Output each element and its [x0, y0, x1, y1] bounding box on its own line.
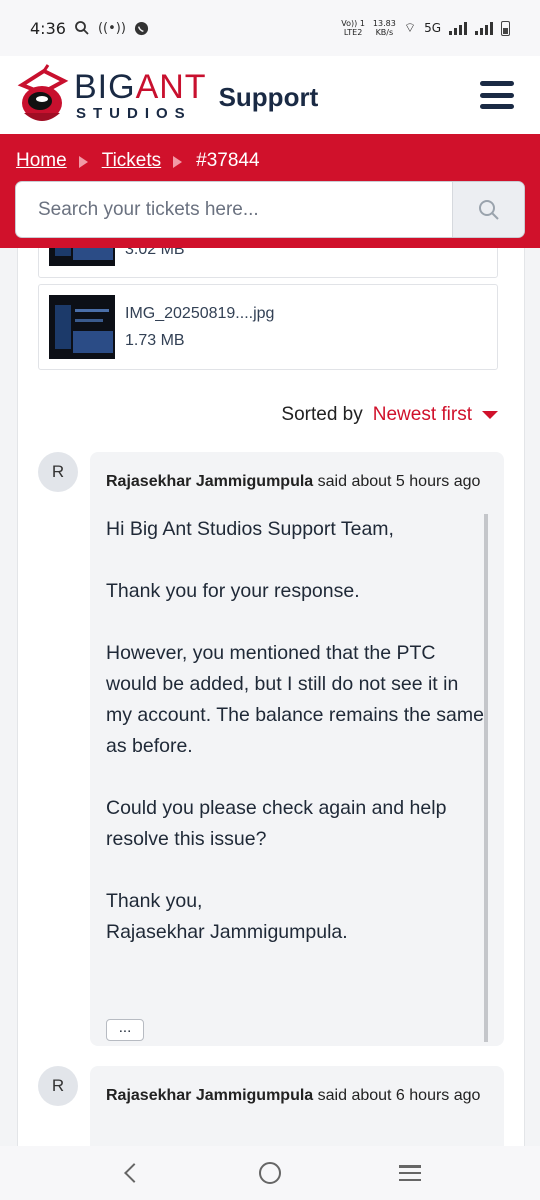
comment-line: Could you please check again and help re…	[106, 797, 447, 850]
hamburger-menu-button[interactable]	[480, 81, 514, 109]
chevron-right-icon	[78, 156, 88, 168]
comment-body: Hi Big Ant Studios Support Team, Thank y…	[106, 514, 488, 1042]
search-icon	[478, 199, 499, 220]
network-type: 5G	[424, 21, 441, 35]
hotspot-icon: ((•))	[97, 20, 126, 36]
sort-control[interactable]: Sorted by Newest first	[281, 404, 498, 426]
logo-studios-text: STUDIOS	[76, 104, 192, 122]
show-more-button[interactable]: ...	[106, 1019, 144, 1041]
search-status-icon	[75, 21, 89, 35]
signal-2-icon	[475, 21, 493, 35]
back-icon[interactable]	[124, 1163, 144, 1183]
bigant-logo[interactable]: BIGANT STUDIOS	[14, 63, 207, 127]
search-input[interactable]	[16, 182, 452, 237]
comment-line: Thank you for your response.	[106, 580, 360, 602]
comment: Rajasekhar Jammigumpula said about 5 hou…	[90, 452, 504, 1046]
comment-header: Rajasekhar Jammigumpula said about 6 hou…	[106, 1082, 488, 1110]
logo-big-text: BIG	[74, 67, 136, 106]
comment-line: Rajasekhar Jammigumpula.	[106, 921, 348, 943]
chevron-right-icon	[173, 156, 183, 168]
ticket-search-box	[15, 181, 525, 238]
sort-value[interactable]: Newest first	[373, 404, 472, 426]
comment: Rajasekhar Jammigumpula said about 6 hou…	[90, 1066, 504, 1146]
attachment-thumbnail	[49, 248, 115, 266]
breadcrumb-home-link[interactable]: Home	[16, 150, 67, 172]
ticket-content[interactable]: 3.02 MB IMG_20250819....jpg 1.73 MB Sort…	[0, 248, 540, 1146]
search-button[interactable]	[452, 182, 524, 237]
attachment-item[interactable]: 3.02 MB	[38, 248, 498, 278]
ant-mascot-icon	[14, 63, 70, 127]
network-indicator: Vo)) 1 LTE2	[341, 19, 365, 37]
site-header: BIGANT STUDIOS Support	[0, 56, 540, 134]
support-title: Support	[218, 81, 319, 112]
attachment-size: 1.73 MB	[125, 332, 185, 349]
attachment-size: 3.02 MB	[125, 248, 185, 258]
breadcrumb-search-bar: Home Tickets #37844	[0, 134, 540, 248]
attachment-item[interactable]: IMG_20250819....jpg 1.73 MB	[38, 284, 498, 370]
attachment-name: IMG_20250819....jpg	[125, 305, 275, 322]
breadcrumb-ticket-id: #37844	[196, 150, 260, 171]
battery-icon	[501, 20, 510, 36]
data-speed: 13.83 KB/s	[372, 19, 396, 37]
avatar: R	[38, 1066, 78, 1106]
logo-ant-text: ANT	[135, 67, 207, 106]
attachment-thumbnail	[49, 295, 115, 359]
comment-line: However, you mentioned that the PTC woul…	[106, 642, 484, 757]
comment-author: Rajasekhar Jammigumpula	[106, 1087, 314, 1104]
comment-line: Thank you,	[106, 890, 203, 912]
comment-header: Rajasekhar Jammigumpula said about 5 hou…	[106, 468, 488, 496]
comment-time: said about 5 hours ago	[313, 473, 481, 490]
comment-line: Hi Big Ant Studios Support Team,	[106, 518, 394, 540]
breadcrumb-tickets-link[interactable]: Tickets	[102, 150, 161, 172]
comment-time: said about 6 hours ago	[313, 1087, 481, 1104]
comment-author: Rajasekhar Jammigumpula	[106, 473, 314, 490]
breadcrumb: Home Tickets #37844	[16, 150, 260, 172]
ticket-card: 3.02 MB IMG_20250819....jpg 1.73 MB Sort…	[17, 248, 525, 1146]
sort-label: Sorted by	[281, 404, 363, 425]
caret-down-icon	[482, 411, 498, 419]
home-icon[interactable]	[259, 1162, 281, 1184]
wifi-calling-icon: ⌔	[403, 21, 417, 36]
system-nav-bar	[0, 1146, 540, 1200]
whatsapp-icon	[134, 21, 148, 35]
avatar: R	[38, 452, 78, 492]
recent-apps-icon[interactable]	[399, 1165, 421, 1181]
status-bar: 4:36 ((•)) Vo)) 1 LTE2 13.83 KB/s ⌔ 5G	[0, 0, 540, 56]
status-time: 4:36	[30, 18, 66, 38]
signal-icon	[449, 21, 467, 35]
